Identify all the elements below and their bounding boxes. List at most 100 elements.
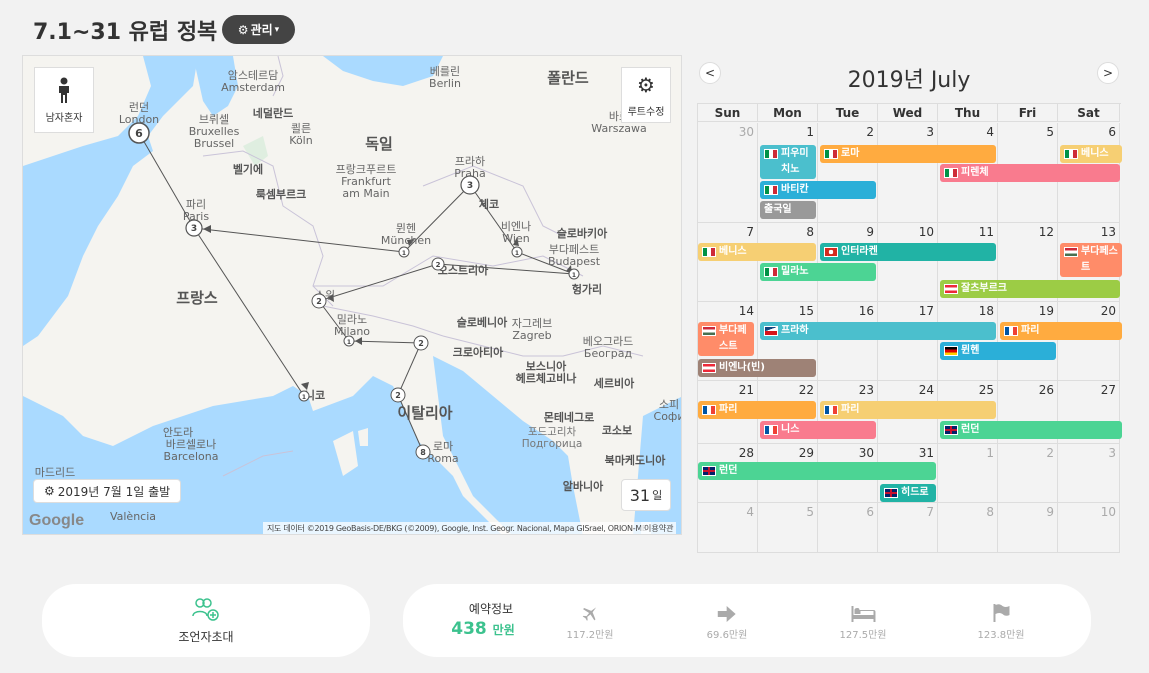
day-number: 13: [1100, 225, 1116, 239]
calendar-event-rome[interactable]: 로마: [820, 145, 996, 163]
day-number: 22: [798, 383, 814, 397]
calendar-event-munich[interactable]: 뮌헨: [940, 342, 1056, 360]
day-cell[interactable]: 6: [818, 503, 878, 553]
day-number: 4: [746, 505, 754, 519]
calendar-event-label: 잘츠부르크: [961, 283, 1007, 294]
calendar-event-vatican[interactable]: 바티칸: [760, 181, 876, 199]
map-label-zagreb: 자그레브 Zagreb: [511, 317, 553, 342]
calendar-event-heathrow[interactable]: 히드로: [880, 484, 936, 502]
day-number: 9: [1046, 505, 1054, 519]
day-cell[interactable]: 5: [758, 503, 818, 553]
weekday-header: Fri: [998, 104, 1058, 122]
route-edit-label: 루트수정: [627, 106, 665, 118]
invite-advisor-label: 조언자초대: [178, 630, 234, 644]
trip-days: 31 일: [621, 479, 671, 511]
calendar-event-london1[interactable]: 런던: [940, 421, 1122, 439]
google-logo: Google: [29, 512, 85, 529]
flag-icon: [702, 466, 716, 476]
day-number: 30: [738, 125, 754, 139]
calendar-event-paris1[interactable]: 파리: [1000, 322, 1122, 340]
invite-advisor-button[interactable]: 조언자초대: [42, 584, 370, 657]
cost-accommodation[interactable]: 127.5만원: [839, 598, 887, 641]
calendar-event-paris3[interactable]: 파리: [820, 401, 996, 419]
calendar-event-paris2[interactable]: 파리: [698, 401, 816, 419]
day-cell[interactable]: 7: [878, 503, 938, 553]
calendar-event-vienna[interactable]: 비엔나(빈): [698, 359, 816, 377]
day-number: 15: [798, 304, 814, 318]
flag-icon: [944, 168, 958, 178]
flag-icon: [764, 425, 778, 435]
day-cell[interactable]: 1: [938, 444, 998, 503]
person-icon: [59, 77, 69, 103]
map-label-switzerland: 스위: [314, 289, 336, 302]
traveler-type-button[interactable]: 남자혼자: [34, 67, 94, 133]
flag-icon: [824, 247, 838, 257]
map-label-sofia: 소피 Софи: [653, 398, 682, 423]
route-edit-button[interactable]: ⚙ 루트수정: [621, 67, 671, 123]
day-cell[interactable]: 20: [1058, 302, 1120, 381]
booking-info-panel[interactable]: 예약정보 438 만원 117.2만원 69.6만원 127.5만원 123.8…: [403, 584, 1091, 657]
day-cell[interactable]: 2: [998, 444, 1058, 503]
cost-transport[interactable]: 69.6만원: [707, 598, 747, 641]
calendar-event-venice1[interactable]: 베니스: [1060, 145, 1122, 163]
calendar-event-pisa[interactable]: 피우미치노: [760, 145, 816, 179]
plane-icon: [581, 598, 599, 622]
calendar-header: < 2019년 July >: [697, 58, 1121, 98]
next-month-button[interactable]: >: [1097, 62, 1119, 84]
calendar-event-salzburg[interactable]: 잘츠부르크: [940, 280, 1120, 298]
flag-icon: [702, 326, 716, 336]
flag-icon: [1064, 247, 1078, 257]
map-label-slovenia: 슬로베니아: [456, 316, 508, 329]
terms-link[interactable]: 이용약관: [641, 522, 677, 534]
day-number: 30: [858, 446, 874, 460]
day-number: 8: [806, 225, 814, 239]
day-cell[interactable]: 3: [1058, 444, 1120, 503]
map-label-frankfurt: 프랑크푸르트 Frankfurt am Main: [335, 163, 397, 200]
calendar-event-label: 부다페스트: [1081, 246, 1118, 273]
weekday-header: Tue: [818, 104, 878, 122]
calendar-event-venice2[interactable]: 베니스: [698, 243, 816, 261]
calendar-event-london2[interactable]: 런던: [698, 462, 936, 480]
day-cell[interactable]: 17: [878, 302, 938, 381]
map-label-prague: 프라하 Praha: [454, 155, 486, 180]
map-label-slovakia: 슬로바키아: [556, 227, 608, 240]
weekday-header: Mon: [758, 104, 818, 122]
day-cell[interactable]: 10: [1058, 503, 1120, 553]
cost-activity[interactable]: 123.8만원: [977, 598, 1025, 641]
calendar-event-florence[interactable]: 피렌체: [940, 164, 1120, 182]
day-number: 24: [918, 383, 934, 397]
day-number: 6: [866, 505, 874, 519]
page-title: 7.1~31 유럽 정복: [33, 20, 218, 45]
day-cell[interactable]: 8: [938, 503, 998, 553]
calendar-event-prague[interactable]: 프라하: [760, 322, 996, 340]
day-cell[interactable]: 7: [698, 223, 758, 302]
gear-icon: ⚙: [237, 22, 249, 37]
calendar-event-departure[interactable]: 출국일: [760, 201, 816, 219]
manage-button[interactable]: ⚙ 관리 ▾: [222, 15, 295, 44]
day-cell[interactable]: 2: [818, 123, 878, 223]
day-cell[interactable]: 3: [878, 123, 938, 223]
day-cell[interactable]: 10: [878, 223, 938, 302]
cost-activity-value: 123.8만원: [977, 630, 1025, 641]
map-label-barcelona: 바르셀로나 Barcelona: [163, 438, 219, 463]
route-map[interactable]: 암스테르담 Amsterdam 베를린 Berlin 폴란드 런던 London 네덜…: [22, 55, 682, 535]
calendar-event-budapest2[interactable]: 부다페스트: [698, 322, 754, 356]
calendar-event-nice[interactable]: 니스: [760, 421, 876, 439]
day-cell[interactable]: 30: [698, 123, 758, 223]
day-number: 10: [918, 225, 934, 239]
day-cell[interactable]: 9: [998, 503, 1058, 553]
day-cell[interactable]: 4: [698, 503, 758, 553]
calendar-event-label: 런던: [719, 465, 738, 476]
map-label-brussels: 브뤼셀 Bruxelles Brussel: [188, 113, 240, 150]
calendar-event-budapest1[interactable]: 부다페스트: [1060, 243, 1122, 277]
day-number: 23: [858, 383, 874, 397]
map-label-paris: 파리 Paris: [182, 198, 210, 223]
calendar-event-milan[interactable]: 밀라노: [760, 263, 876, 281]
day-cell[interactable]: 16: [818, 302, 878, 381]
departure-date-button[interactable]: ⚙ 2019년 7월 1일 출발: [33, 479, 182, 503]
calendar-event-interlaken[interactable]: 인터라켄: [820, 243, 996, 261]
map-label-albania: 알바니아: [562, 480, 604, 493]
cost-flight[interactable]: 117.2만원: [566, 598, 614, 641]
flag-icon: [884, 488, 898, 498]
calendar-grid: Sun Mon Tue Wed Thu Fri Sat 30 1 2 3 4 5 6 7 8 9 10 11 12 13…: [697, 103, 1122, 553]
